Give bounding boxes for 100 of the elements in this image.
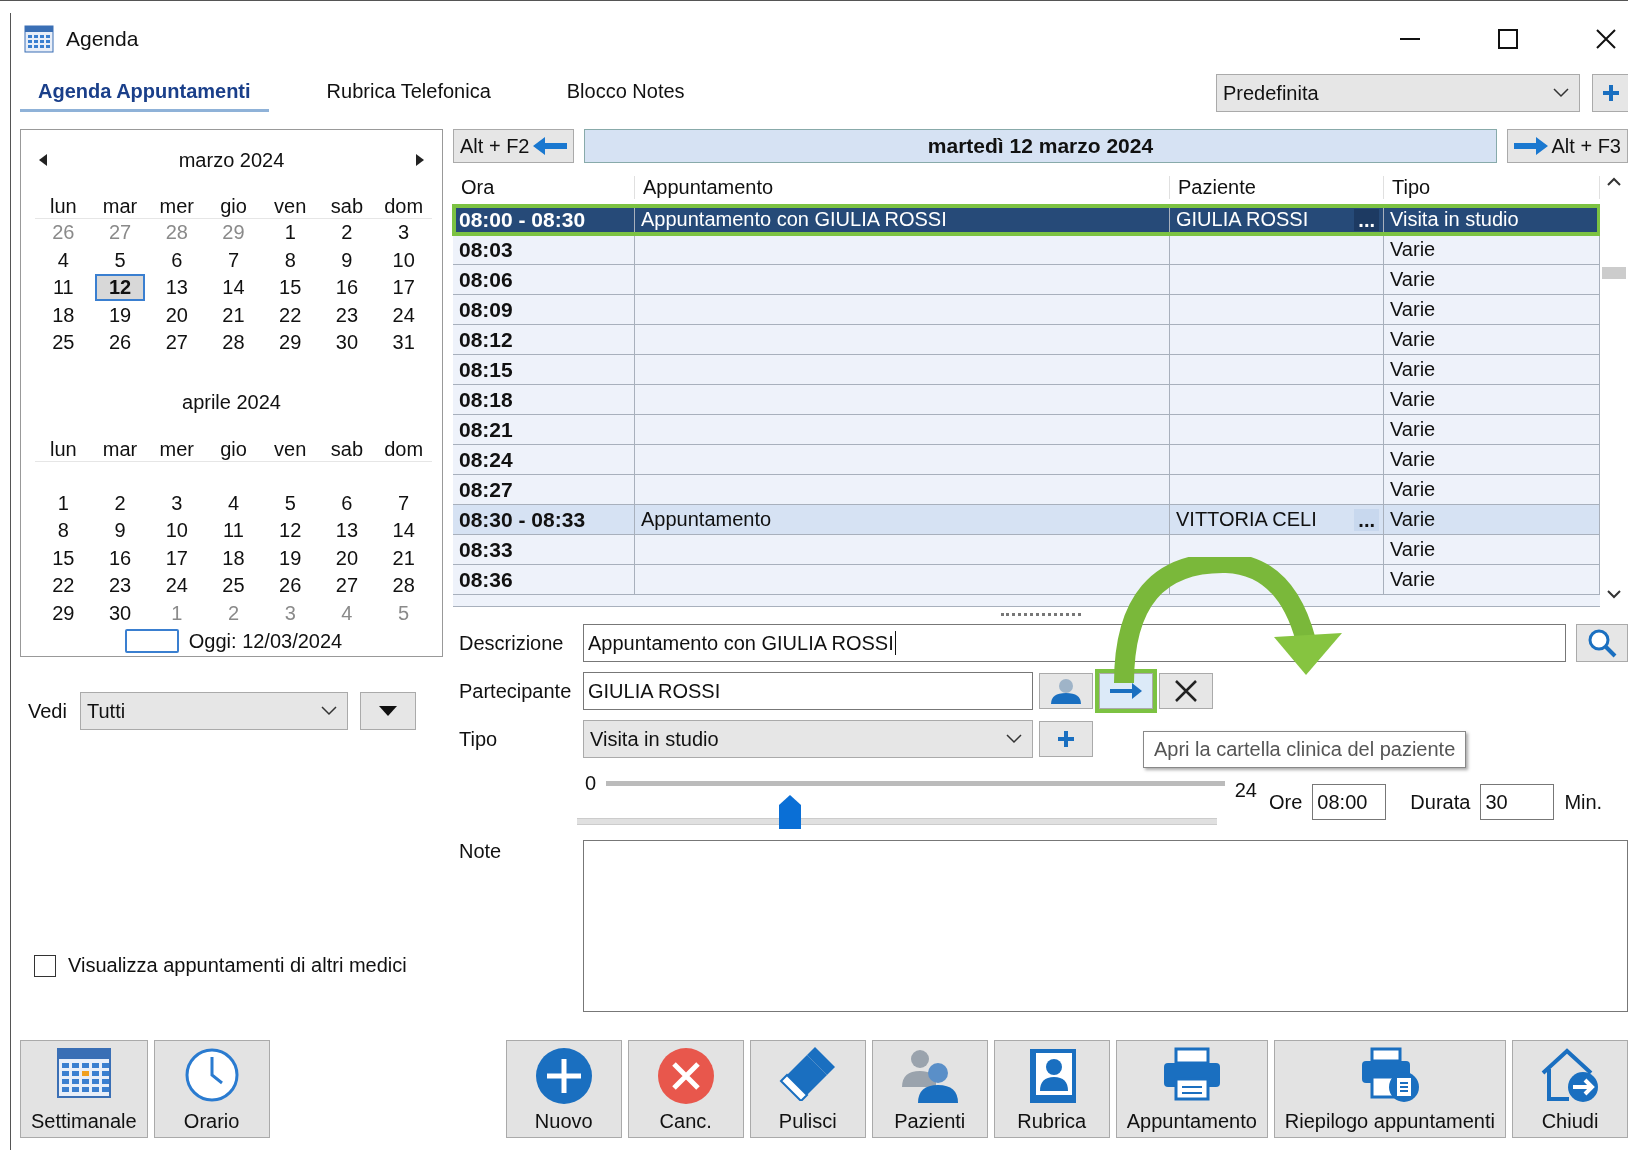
- calendar-day[interactable]: 7: [217, 248, 250, 272]
- calendar-day[interactable]: 30: [98, 601, 142, 625]
- toolbar-button[interactable]: Appuntamento: [1115, 1040, 1268, 1138]
- table-row[interactable]: 08:21 Varie: [453, 415, 1600, 445]
- calendar-day[interactable]: 12: [269, 519, 312, 543]
- table-row[interactable]: 08:00 - 08:30 Appuntamento con GIULIA ROSSI GIULIA ROSSI ... Visita in studio: [453, 205, 1600, 235]
- calendar-day[interactable]: 5: [104, 248, 136, 272]
- toolbar-button[interactable]: Pulisci: [749, 1040, 866, 1138]
- column-header[interactable]: Appuntamento: [635, 175, 1170, 199]
- hours-field[interactable]: 08:00: [1312, 784, 1387, 820]
- column-header[interactable]: Paziente: [1170, 175, 1384, 199]
- toolbar-button[interactable]: Orario: [153, 1040, 270, 1138]
- calendar-day[interactable]: 24: [382, 303, 425, 327]
- calendar-day[interactable]: 19: [98, 303, 142, 327]
- calendar-day[interactable]: 26: [98, 331, 142, 355]
- search-button[interactable]: [1576, 624, 1628, 662]
- more-button[interactable]: ...: [1354, 208, 1379, 231]
- table-row[interactable]: 08:30 - 08:33 Appuntamento VITTORIA CELI ... Varie: [453, 505, 1600, 535]
- previous-month-icon[interactable]: [39, 154, 47, 166]
- table-row[interactable]: 08:33 Varie: [453, 535, 1600, 565]
- notes-field[interactable]: [583, 840, 1628, 1012]
- calendar-day[interactable]: 15: [269, 276, 312, 300]
- calendar-day[interactable]: 6: [161, 248, 193, 272]
- calendar-day[interactable]: 4: [217, 491, 250, 515]
- calendar-day[interactable]: 28: [212, 331, 255, 355]
- calendar-day[interactable]: 2: [104, 491, 136, 515]
- calendar-day[interactable]: 21: [212, 303, 255, 327]
- slider-thumb[interactable]: [779, 795, 802, 829]
- table-row[interactable]: 08:03 Varie: [453, 235, 1600, 265]
- toolbar-button[interactable]: Nuovo: [505, 1040, 622, 1138]
- tab[interactable]: Rubrica Telefonica: [308, 74, 509, 112]
- next-month-icon[interactable]: [416, 154, 424, 166]
- calendar-day[interactable]: 24: [155, 574, 198, 598]
- more-button[interactable]: ...: [1354, 508, 1379, 531]
- calendar-day[interactable]: 20: [325, 546, 369, 570]
- filter-dropdown[interactable]: Tutti: [80, 692, 348, 730]
- calendar-day[interactable]: 3: [161, 491, 193, 515]
- scroll-down-icon[interactable]: [1607, 590, 1621, 599]
- calendar-day[interactable]: 5: [274, 491, 306, 515]
- duration-field[interactable]: 30: [1480, 784, 1555, 820]
- calendar-day[interactable]: 22: [42, 574, 85, 598]
- filter-menu-button[interactable]: [360, 692, 416, 730]
- description-field[interactable]: Appuntamento con GIULIA ROSSI: [583, 624, 1566, 662]
- calendar-day[interactable]: 22: [269, 303, 312, 327]
- calendar-day[interactable]: 17: [155, 546, 198, 570]
- view-dropdown[interactable]: Predefinita: [1216, 74, 1580, 112]
- calendar-day[interactable]: 26: [42, 221, 85, 245]
- calendar-day[interactable]: 9: [331, 248, 363, 272]
- table-row[interactable]: 08:27 Varie: [453, 475, 1600, 505]
- add-type-button[interactable]: [1039, 721, 1093, 757]
- calendar-day[interactable]: 31: [382, 331, 425, 355]
- calendar-day[interactable]: 3: [274, 601, 306, 625]
- today-link[interactable]: Oggi: 12/03/2024: [188, 629, 343, 653]
- calendar-day[interactable]: 16: [98, 546, 142, 570]
- calendar-day[interactable]: 30: [325, 331, 369, 355]
- calendar-day[interactable]: 13: [155, 276, 198, 300]
- calendar-day[interactable]: 2: [331, 221, 363, 245]
- table-row[interactable]: 08:12 Varie: [453, 325, 1600, 355]
- splitter-handle[interactable]: [1000, 613, 1081, 616]
- calendar-day[interactable]: 8: [47, 519, 79, 543]
- calendar-day[interactable]: 18: [212, 546, 255, 570]
- calendar-day[interactable]: 28: [155, 221, 198, 245]
- table-row[interactable]: 08:09 Varie: [453, 295, 1600, 325]
- calendar-day[interactable]: 15: [42, 546, 85, 570]
- calendar-day[interactable]: 11: [213, 519, 254, 543]
- calendar-day[interactable]: 10: [155, 519, 198, 543]
- table-row[interactable]: 08:06 Varie: [453, 265, 1600, 295]
- select-patient-button[interactable]: [1039, 673, 1093, 709]
- calendar-day[interactable]: 28: [382, 574, 425, 598]
- calendar-day[interactable]: 17: [382, 276, 425, 300]
- table-row[interactable]: 08:18 Varie: [453, 385, 1600, 415]
- calendar-day[interactable]: 1: [274, 221, 306, 245]
- calendar-day[interactable]: 23: [98, 574, 142, 598]
- calendar-day[interactable]: 18: [42, 303, 85, 327]
- calendar-day[interactable]: 3: [388, 221, 420, 245]
- clear-button[interactable]: [1159, 673, 1213, 709]
- maximize-icon[interactable]: [1498, 29, 1518, 49]
- calendar-day[interactable]: 27: [325, 574, 369, 598]
- toolbar-button[interactable]: Chiudi: [1512, 1040, 1628, 1138]
- column-header[interactable]: Ora: [453, 175, 635, 199]
- toolbar-button[interactable]: Pazienti: [871, 1040, 988, 1138]
- toolbar-button[interactable]: Settimanale: [20, 1040, 148, 1138]
- calendar-day[interactable]: 1: [47, 491, 79, 515]
- next-day-button[interactable]: Alt + F3: [1506, 129, 1628, 163]
- calendar-day[interactable]: 11: [42, 276, 84, 300]
- calendar-day[interactable]: 25: [42, 331, 85, 355]
- table-row[interactable]: 08:15 Varie: [453, 355, 1600, 385]
- calendar-day[interactable]: 10: [382, 248, 425, 272]
- add-view-button[interactable]: [1592, 74, 1628, 112]
- calendar-day[interactable]: 13: [325, 519, 369, 543]
- calendar-day[interactable]: 12: [96, 276, 144, 300]
- tab[interactable]: Agenda Appuntamenti: [20, 74, 269, 112]
- calendar-day[interactable]: 20: [155, 303, 198, 327]
- calendar-day[interactable]: 9: [104, 519, 136, 543]
- toolbar-button[interactable]: Canc.: [627, 1040, 744, 1138]
- toolbar-button[interactable]: Riepilogo appuntamenti: [1273, 1040, 1506, 1138]
- calendar-day[interactable]: 21: [382, 546, 425, 570]
- participant-field[interactable]: GIULIA ROSSI: [583, 672, 1033, 710]
- calendar-day[interactable]: 29: [42, 601, 85, 625]
- table-row[interactable]: 08:36 Varie: [453, 565, 1600, 595]
